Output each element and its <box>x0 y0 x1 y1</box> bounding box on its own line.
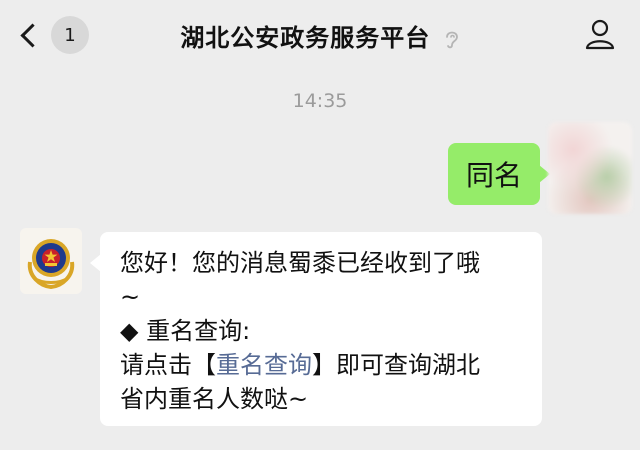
chat-title: 湖北公安政务服务平台 <box>180 24 431 52</box>
self-avatar[interactable] <box>548 122 632 214</box>
reply-line: 您好！您的消息蜀黍已经收到了哦 <box>120 249 480 277</box>
reply-line: ~ <box>120 283 141 311</box>
chat-title-area: 湖北公安政务服务平台 <box>0 18 640 53</box>
reply-text: 请点击【 <box>120 351 216 379</box>
reply-heading-text: 重名查询: <box>138 317 251 345</box>
police-emblem-icon <box>27 239 75 290</box>
ear-icon <box>445 31 458 49</box>
profile-button[interactable] <box>582 16 618 52</box>
reply-line: 请点击【重名查询】即可查询湖北 <box>120 348 524 382</box>
top-bar: 1 湖北公安政务服务平台 <box>0 0 640 70</box>
duplicate-name-query-link[interactable]: 重名查询 <box>216 351 312 379</box>
person-icon <box>585 19 615 50</box>
received-message-bubble[interactable]: 您好！您的消息蜀黍已经收到了哦 ~ ◆ 重名查询: 请点击【重名查询】即可查询湖… <box>90 232 542 426</box>
message-timestamp: 14:35 <box>292 90 348 112</box>
reply-text: 】即可查询湖北 <box>312 351 480 379</box>
reply-heading: ◆ 重名查询: <box>120 314 524 348</box>
sent-message-bubble[interactable]: 同名 <box>448 143 550 205</box>
diamond-bullet-icon: ◆ <box>120 317 139 345</box>
reply-line: 省内重名人数哒~ <box>120 385 309 413</box>
bot-avatar[interactable] <box>20 228 82 294</box>
sent-message-text: 同名 <box>465 159 522 192</box>
